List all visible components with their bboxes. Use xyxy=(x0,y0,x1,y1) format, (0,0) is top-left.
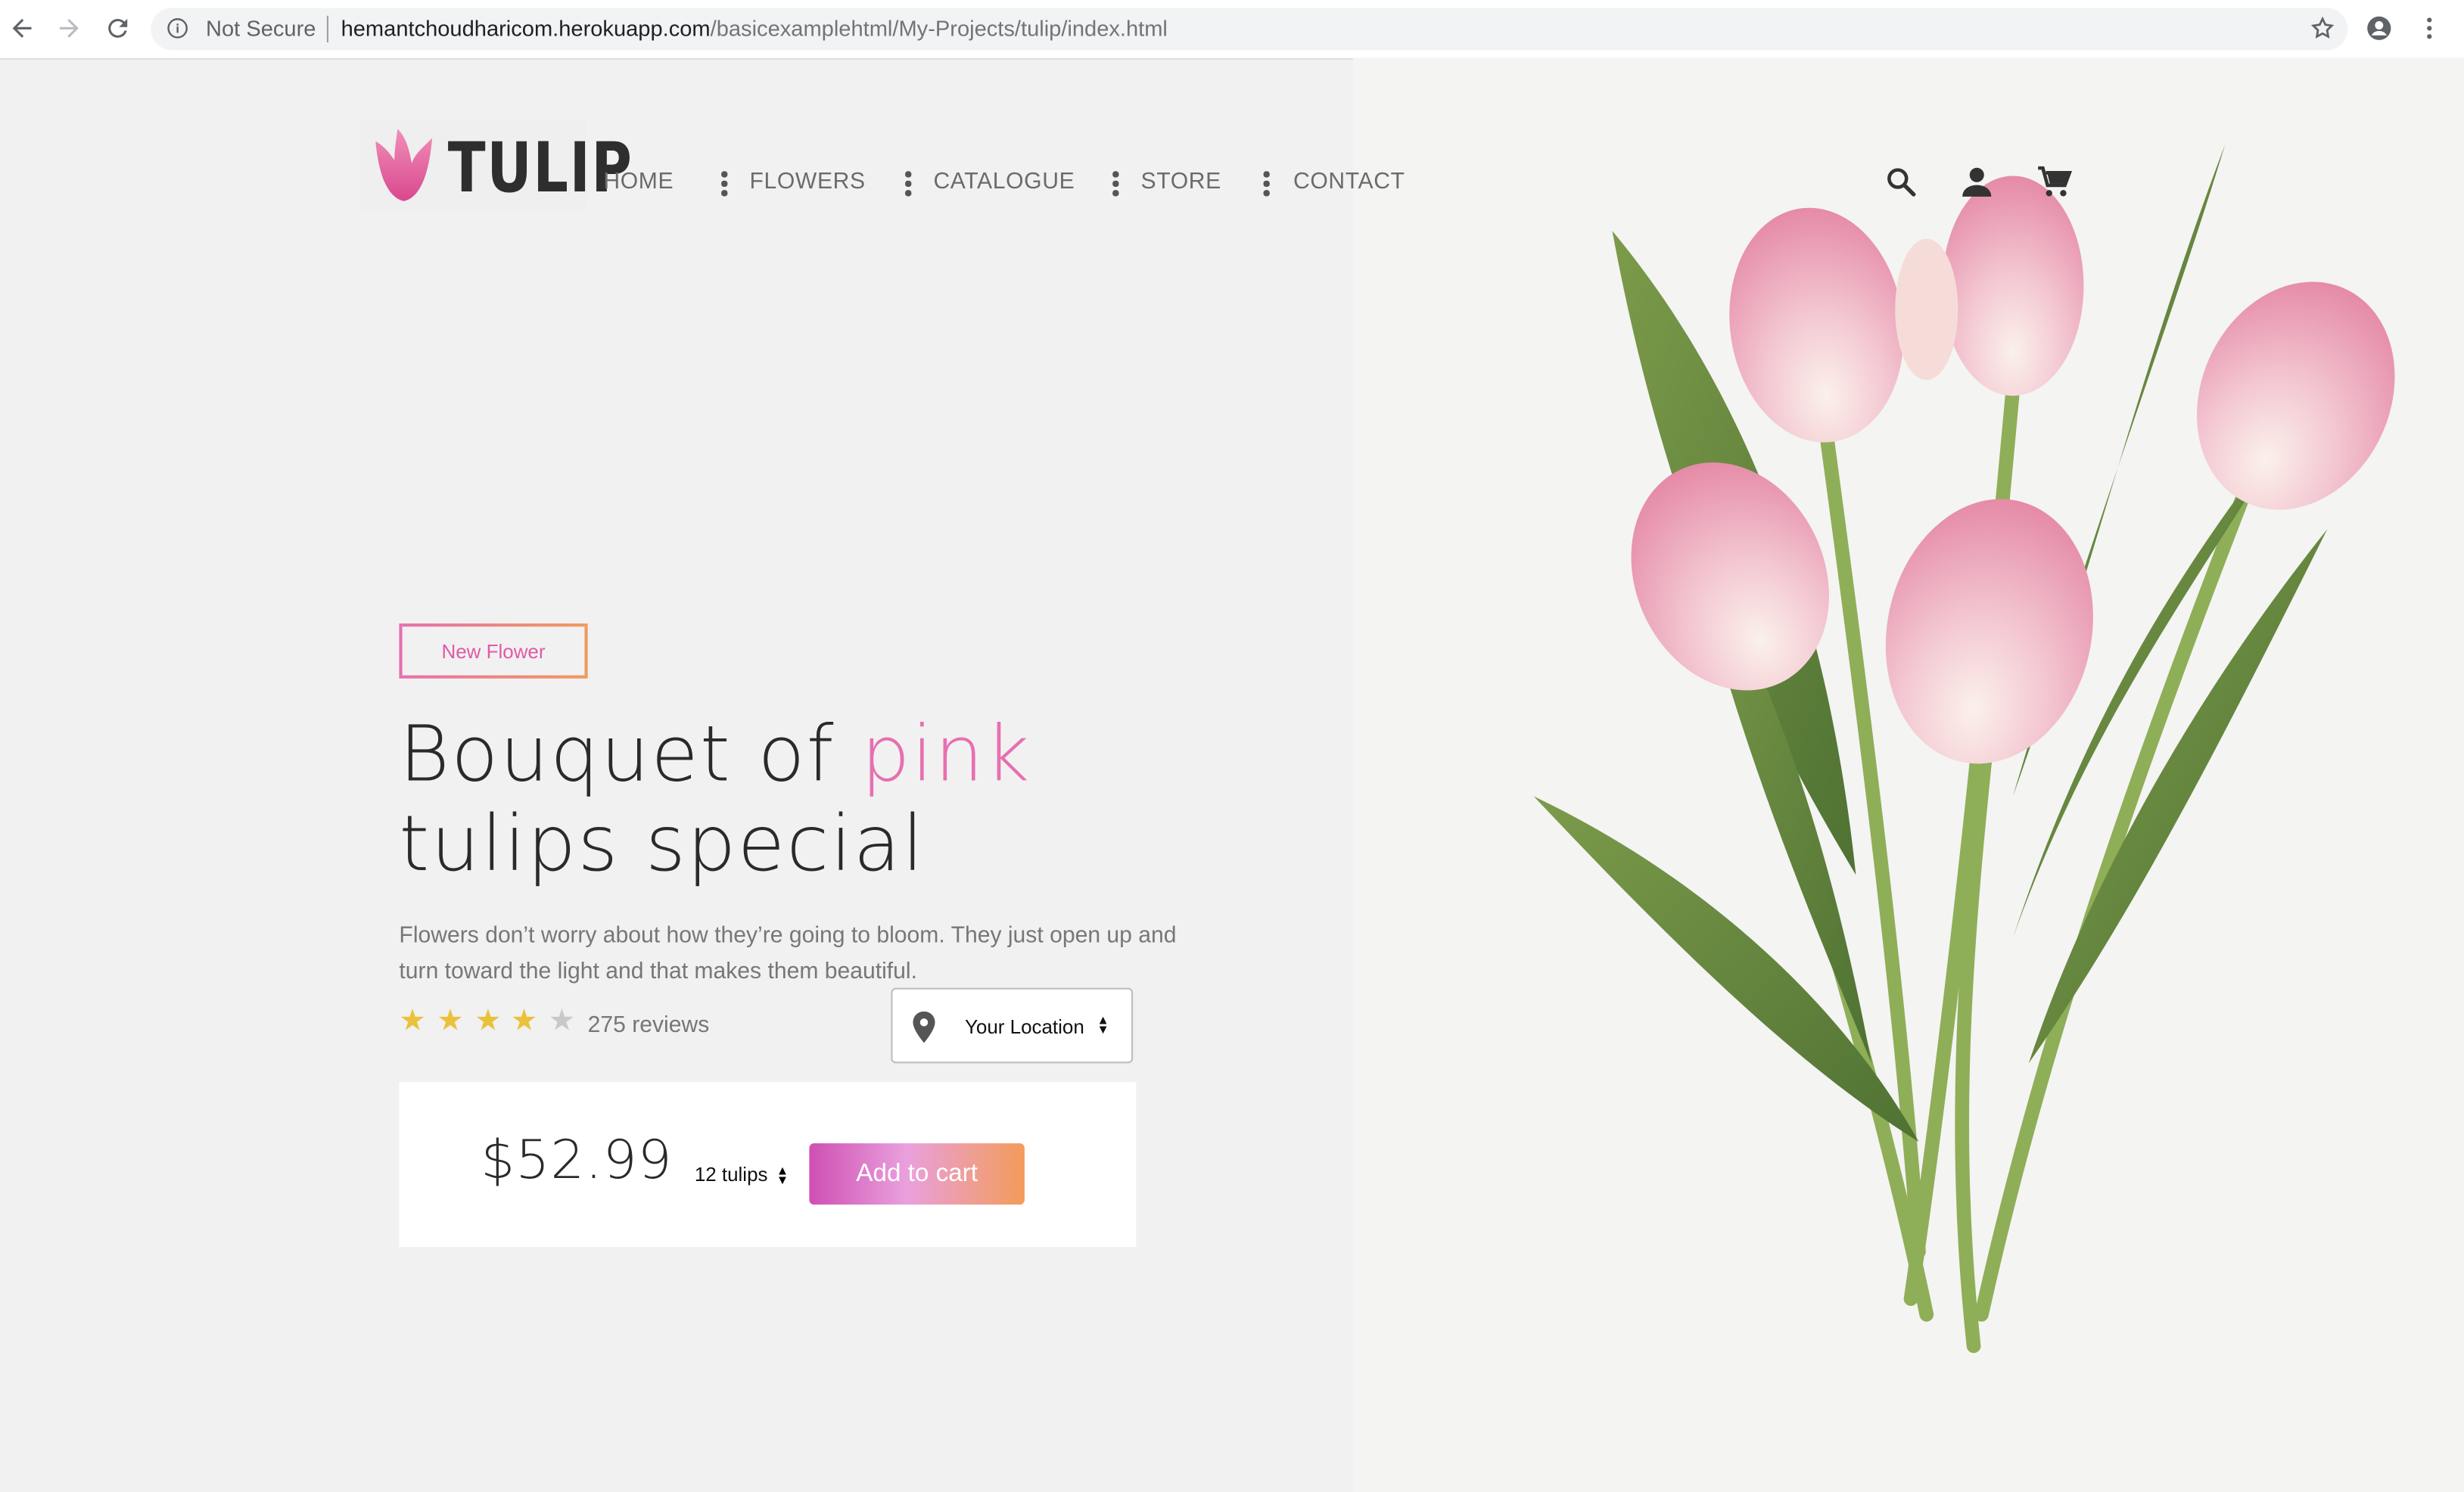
profile-icon[interactable] xyxy=(2365,14,2393,42)
star-icon: ★ xyxy=(474,1005,502,1039)
url-path: /basicexamplehtml/My-Projects/tulip/inde… xyxy=(710,15,1168,41)
bookmark-star-icon[interactable] xyxy=(2310,16,2335,41)
tulip-logo-icon xyxy=(375,129,433,201)
title-line2: tulips special xyxy=(399,799,926,889)
hero-title: Bouquet of pink tulips special xyxy=(399,710,1031,889)
hero-description: Flowers don’t worry about how they’re go… xyxy=(399,923,1177,984)
security-label: Not Secure xyxy=(206,15,316,41)
new-flower-badge: New Flower xyxy=(399,623,588,679)
nav-contact[interactable]: CONTACT xyxy=(1293,169,1405,194)
location-select[interactable]: Your Location ▲ ▼ xyxy=(891,987,1134,1064)
nav-separator-icon xyxy=(721,171,727,196)
star-icon: ★ xyxy=(510,1005,538,1039)
back-icon[interactable] xyxy=(8,14,36,42)
browser-toolbar: Not Secure hemantchoudharicom.herokuapp.… xyxy=(0,0,2464,60)
address-bar[interactable]: Not Secure hemantchoudharicom.herokuapp.… xyxy=(151,8,2348,51)
purchase-card: $52.99 12 tulips ▲ ▼ Add to cart xyxy=(399,1082,1137,1248)
select-arrows-icon[interactable]: ▲ ▼ xyxy=(776,1164,789,1186)
star-empty-icon: ★ xyxy=(548,1005,576,1039)
url-host: hemantchoudharicom.herokuapp.com xyxy=(341,15,711,41)
nav-flowers[interactable]: FLOWERS xyxy=(749,169,865,194)
forward-icon[interactable] xyxy=(55,14,83,42)
browser-menu-icon[interactable] xyxy=(2416,14,2444,42)
divider xyxy=(326,15,328,43)
brand-logo[interactable]: TULIP xyxy=(359,119,632,211)
url-text[interactable]: hemantchoudharicom.herokuapp.com/basicex… xyxy=(341,16,1168,41)
user-icon[interactable] xyxy=(1959,163,1994,201)
location-label: Your Location xyxy=(964,1016,1084,1039)
select-arrows-icon: ▲ ▼ xyxy=(1097,1012,1109,1037)
hero-image xyxy=(1352,58,2464,1492)
nav-separator-icon xyxy=(905,171,911,196)
search-icon[interactable] xyxy=(1884,163,1919,201)
reload-icon[interactable] xyxy=(104,14,132,42)
cart-icon[interactable] xyxy=(2035,163,2073,201)
nav-separator-icon xyxy=(1263,171,1270,196)
price: $52.99 xyxy=(481,1129,673,1192)
nav-store[interactable]: STORE xyxy=(1141,169,1221,194)
title-part: Bouquet of xyxy=(399,710,861,800)
nav-home[interactable]: HOME xyxy=(603,169,674,194)
nav-separator-icon xyxy=(1112,171,1118,196)
title-highlight: pink xyxy=(860,710,1031,800)
add-to-cart-button[interactable]: Add to cart xyxy=(809,1143,1025,1205)
brand-name: TULIP xyxy=(447,129,633,210)
star-icon: ★ xyxy=(399,1005,426,1039)
nav-catalogue[interactable]: CATALOGUE xyxy=(933,169,1075,194)
location-pin-icon xyxy=(913,1011,935,1043)
info-icon[interactable] xyxy=(166,17,188,39)
page: Not Secure hemantchoudharicom.herokuapp.… xyxy=(0,0,2464,1492)
star-icon: ★ xyxy=(437,1005,464,1039)
review-count[interactable]: 275 reviews xyxy=(588,1013,710,1038)
quantity-select[interactable]: 12 tulips xyxy=(695,1164,768,1186)
tulip-bouquet-illustration xyxy=(1533,144,2395,1354)
